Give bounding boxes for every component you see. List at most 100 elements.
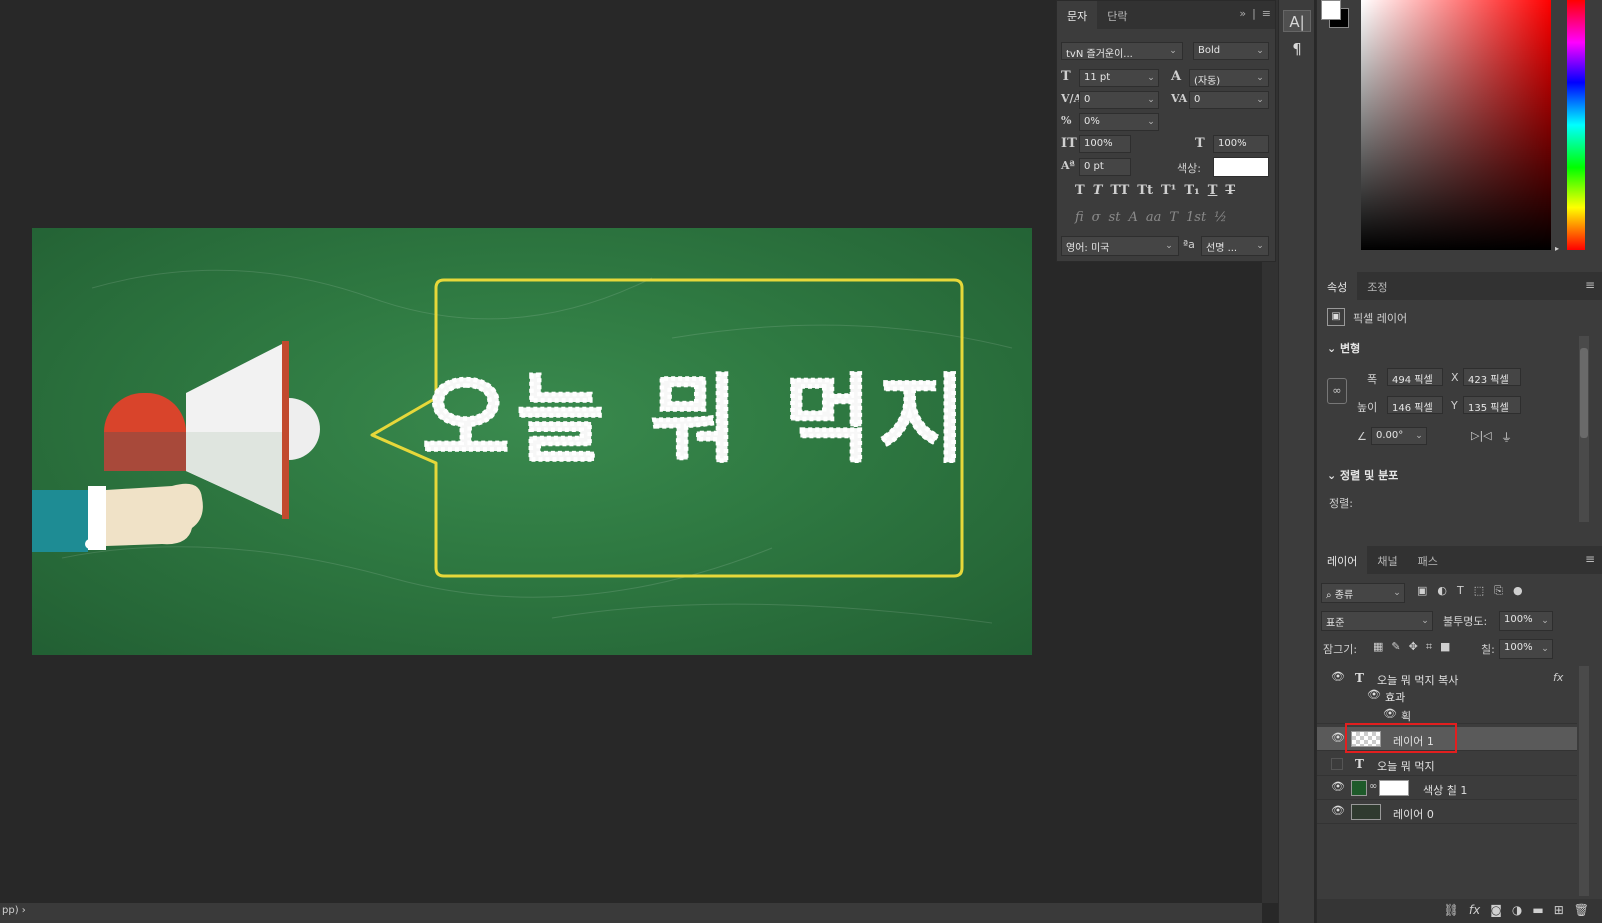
tab-paths[interactable]: 패스 (1408, 546, 1448, 574)
layer-filter-icons: ▣ ◐ T ⬚ ⎘ ● (1417, 584, 1523, 598)
eye-icon[interactable]: 👁 (1331, 671, 1345, 682)
x-field[interactable]: 423 픽셀 (1463, 368, 1521, 386)
vertical-scale-field[interactable]: 100% (1079, 135, 1131, 153)
chevron-down-icon[interactable]: ⌄ (1252, 91, 1268, 109)
tab-properties[interactable]: 속성 (1317, 272, 1358, 300)
effects-row[interactable]: 👁 효과 (1317, 686, 1577, 704)
eye-icon[interactable]: 👁 (1331, 805, 1345, 816)
adjustment-filter-icon[interactable]: ◐ (1437, 584, 1447, 598)
layer-row[interactable]: 👁 ∞ 색상 칠 1 (1317, 776, 1577, 800)
strikethrough-button[interactable]: T (1225, 183, 1235, 198)
chevron-down-icon[interactable]: ⌄ (1389, 584, 1405, 602)
chevron-down-icon[interactable]: ⌄ (1143, 69, 1159, 87)
link-icon[interactable]: ∞ (1327, 378, 1347, 404)
layers-scrollbar[interactable] (1579, 666, 1589, 896)
image-filter-icon[interactable]: ▣ (1417, 584, 1427, 598)
foreground-color-swatch[interactable] (1321, 0, 1341, 20)
link-icon[interactable]: ⛓ (1444, 903, 1459, 919)
underline-button[interactable]: T (1208, 183, 1218, 198)
ordinals-button[interactable]: 1st (1186, 210, 1206, 225)
discretionary-ligatures-button[interactable]: st (1109, 210, 1121, 225)
stroke-effect-row[interactable]: 👁 획 (1317, 704, 1577, 724)
shape-filter-icon[interactable]: ⬚ (1474, 584, 1484, 598)
align-label: 정렬: (1329, 497, 1353, 510)
ligatures-button[interactable]: fi (1075, 210, 1084, 225)
document-canvas[interactable]: 오늘 뭐 먹지 (32, 228, 1032, 655)
width-field[interactable]: 494 픽셀 (1387, 368, 1443, 386)
eye-icon[interactable]: 👁 (1383, 708, 1397, 719)
text-color-swatch[interactable] (1213, 157, 1269, 177)
panel-menu-icon[interactable]: ≡ (1585, 552, 1595, 566)
chevron-down-icon[interactable]: ⌄ (1411, 427, 1427, 445)
color-field[interactable] (1361, 0, 1551, 250)
tab-character[interactable]: 문자 (1057, 1, 1098, 29)
double-chevron-icon[interactable]: » (1239, 7, 1246, 20)
fx-icon[interactable]: fx (1469, 903, 1480, 919)
faux-bold-button[interactable]: T (1075, 183, 1085, 198)
panel-menu-icon[interactable]: ≡ (1585, 278, 1595, 292)
layer-thumbnail (1351, 804, 1381, 820)
lock-transparency-icon[interactable]: ▦ (1373, 640, 1383, 654)
tab-paragraph[interactable]: 단락 (1097, 1, 1137, 29)
mask-icon[interactable]: ◙ (1490, 903, 1502, 919)
tab-adjustments[interactable]: 조정 (1357, 272, 1397, 300)
antialias-icon: ªa (1183, 238, 1195, 251)
chevron-down-icon[interactable]: ⌄ (1537, 612, 1553, 630)
align-distribute-heading[interactable]: ⌄ 정렬 및 분포 (1327, 467, 1398, 483)
paragraph-icon[interactable]: ¶ (1283, 38, 1311, 60)
chevron-down-icon[interactable]: ⌄ (1252, 69, 1268, 87)
y-field[interactable]: 135 픽셀 (1463, 396, 1521, 414)
subscript-button[interactable]: T₁ (1184, 183, 1199, 198)
properties-scrollbar[interactable] (1579, 336, 1589, 522)
stroke-effect-label: 획 (1401, 710, 1412, 723)
smart-object-filter-icon[interactable]: ⎘ (1494, 584, 1503, 598)
chevron-down-icon[interactable]: ⌄ (1161, 237, 1177, 255)
chevron-down-icon[interactable]: ⌄ (1143, 91, 1159, 109)
titling-button[interactable]: T (1169, 210, 1178, 225)
adjustment-icon[interactable]: ◑ (1512, 903, 1522, 919)
all-caps-button[interactable]: TT (1110, 183, 1129, 198)
lock-pixels-icon[interactable]: ✎ (1391, 640, 1400, 654)
old-style-button[interactable]: σ (1092, 210, 1101, 225)
chevron-down-icon[interactable]: ⌄ (1252, 237, 1268, 255)
visibility-toggle-empty[interactable] (1331, 758, 1343, 770)
new-layer-icon[interactable]: ⊞ (1554, 903, 1564, 919)
height-field[interactable]: 146 픽셀 (1387, 396, 1443, 414)
lock-artboard-icon[interactable]: ⌗ (1426, 640, 1432, 654)
horizontal-scale-field[interactable]: 100% (1213, 135, 1269, 153)
fractions-button[interactable]: ½ (1214, 210, 1227, 225)
panel-menu-icon[interactable]: ≡ (1262, 7, 1271, 20)
scrollbar-thumb[interactable] (1580, 348, 1588, 438)
eye-icon[interactable]: 👁 (1331, 781, 1345, 792)
layer-row[interactable]: 👁 레이어 0 (1317, 800, 1577, 824)
chevron-down-icon[interactable]: ⌄ (1417, 612, 1433, 630)
tab-layers[interactable]: 레이어 (1317, 546, 1368, 574)
chevron-down-icon[interactable]: ⌄ (1537, 640, 1553, 658)
chevron-down-icon[interactable]: ⌄ (1252, 42, 1268, 60)
flip-horizontal-icon[interactable]: ▷|◁ (1471, 429, 1492, 442)
small-caps-button[interactable]: Tt (1137, 183, 1153, 198)
eye-icon[interactable]: 👁 (1331, 732, 1345, 743)
baseline-shift-field[interactable]: 0 pt (1079, 158, 1131, 176)
chevron-down-icon[interactable]: ⌄ (1165, 42, 1181, 60)
stylistic-alternates-button[interactable]: aa (1146, 210, 1162, 225)
type-filter-icon[interactable]: T (1457, 584, 1464, 598)
faux-italic-button[interactable]: T (1093, 183, 1103, 198)
filter-toggle-icon[interactable]: ● (1513, 584, 1523, 598)
tab-channels[interactable]: 채널 (1367, 546, 1407, 574)
character-panel-icon[interactable]: A| (1283, 10, 1311, 32)
chevron-down-icon[interactable]: ⌄ (1143, 113, 1159, 131)
swash-button[interactable]: A (1128, 210, 1137, 225)
hue-slider[interactable] (1567, 0, 1585, 250)
superscript-button[interactable]: T¹ (1161, 183, 1176, 198)
trash-icon[interactable]: 🗑 (1574, 903, 1589, 919)
hue-pointer-icon[interactable]: ▸ (1555, 244, 1559, 253)
flip-vertical-icon[interactable]: ⏚ (1501, 429, 1512, 445)
lock-all-icon[interactable]: ■ (1440, 640, 1450, 654)
transform-heading[interactable]: ⌄ 변형 (1327, 340, 1360, 356)
fx-icon[interactable]: fx (1553, 671, 1563, 684)
folder-icon[interactable]: ▬ (1532, 903, 1543, 919)
lock-position-icon[interactable]: ✥ (1409, 640, 1418, 654)
layer-row[interactable]: T 오늘 뭐 먹지 (1317, 752, 1577, 776)
eye-icon[interactable]: 👁 (1367, 689, 1381, 700)
